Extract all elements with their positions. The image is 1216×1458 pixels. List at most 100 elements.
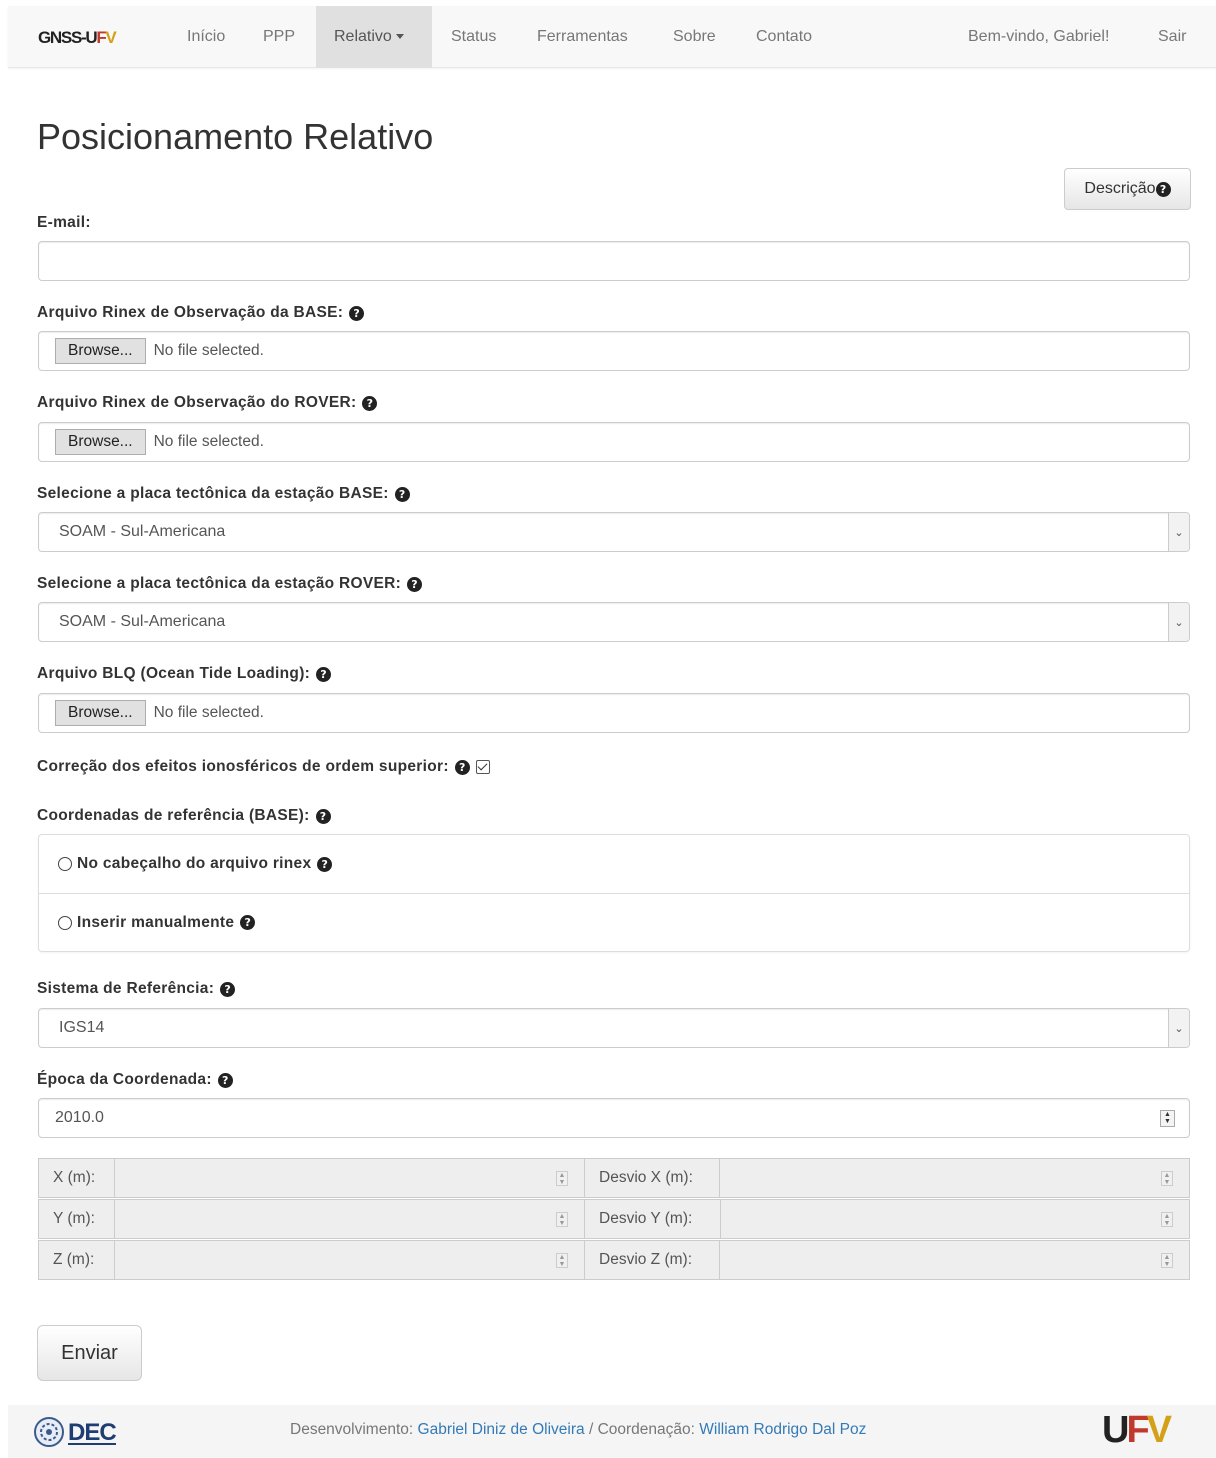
rover-plate-label: Selecione a placa tectônica da estação R…	[37, 575, 423, 593]
nav-contato[interactable]: Contato	[756, 28, 812, 46]
base-file-label: Arquivo Rinex de Observação da BASE:?	[37, 304, 365, 322]
radio-button[interactable]	[58, 857, 72, 871]
ufv-logo: UFV	[1102, 1409, 1172, 1452]
base-file-status: No file selected.	[153, 342, 264, 359]
brand-text-v: V	[105, 28, 116, 47]
ufv-logo-v: V	[1146, 1409, 1172, 1451]
question-circle-icon[interactable]: ?	[316, 666, 332, 682]
blq-file-input[interactable]: Browse... No file selected.	[38, 693, 1190, 733]
dec-logo-text: DEC	[68, 1419, 116, 1446]
coords-label-text: Coordenadas de referência (BASE):	[37, 807, 310, 824]
question-circle-icon[interactable]: ?	[454, 759, 470, 775]
base-plate-label-text: Selecione a placa tectônica da estação B…	[37, 485, 389, 502]
sigma-y-input[interactable]: ▲ ▼	[720, 1199, 1190, 1239]
spinner-icon[interactable]: ▲ ▼	[1160, 1110, 1175, 1127]
footer-coord-link[interactable]: William Rodrigo Dal Poz	[699, 1421, 866, 1438]
blq-file-status: No file selected.	[153, 704, 264, 721]
rover-file-status: No file selected.	[153, 433, 264, 450]
coord-row-x: X (m): ▲ ▼ Desvio X (m): ▲ ▼	[38, 1158, 1190, 1198]
rover-plate-value: SOAM - Sul-Americana	[59, 613, 226, 630]
sigma-y-label: Desvio Y (m):	[584, 1199, 721, 1239]
rover-plate-select[interactable]: SOAM - Sul-Americana ⌄	[38, 602, 1190, 642]
spinner-icon: ▲ ▼	[556, 1212, 568, 1227]
coords-option-manual[interactable]: Inserir manualmente ?	[39, 893, 1189, 951]
epoch-value: 2010.0	[55, 1109, 104, 1126]
page-title: Posicionamento Relativo	[37, 116, 434, 157]
nav-inicio[interactable]: Início	[187, 28, 225, 46]
radio-button[interactable]	[58, 915, 72, 930]
chevron-down-icon[interactable]: ⌄	[1168, 1009, 1189, 1047]
ref-system-label-text: Sistema de Referência:	[37, 980, 215, 997]
ufv-logo-f: F	[1126, 1409, 1149, 1451]
rover-file-input[interactable]: Browse... No file selected.	[38, 422, 1190, 462]
coord-y-input[interactable]: ▲ ▼	[114, 1199, 585, 1239]
email-label-text: E-mail:	[37, 214, 91, 231]
dec-logo: DEC	[34, 1417, 117, 1447]
nav-relativo-dropdown[interactable]: Relativo	[334, 28, 404, 46]
epoch-input[interactable]: 2010.0 ▲ ▼	[38, 1098, 1190, 1138]
brand-logo[interactable]: GNSS-UFV	[38, 28, 117, 48]
sigma-z-input[interactable]: ▲ ▼	[719, 1240, 1190, 1280]
navbar: GNSS-UFV Início PPP Relativo Status Ferr…	[8, 6, 1216, 68]
iono-label: Correção dos efeitos ionosféricos de ord…	[37, 758, 490, 776]
coord-row-y: Y (m): ▲ ▼ Desvio Y (m): ▲ ▼	[38, 1199, 1190, 1239]
question-circle-icon[interactable]: ?	[394, 486, 410, 502]
spinner-icon: ▲ ▼	[1161, 1212, 1173, 1227]
iono-checkbox[interactable]	[475, 760, 490, 774]
coord-z-input[interactable]: ▲ ▼	[114, 1240, 585, 1280]
base-plate-value: SOAM - Sul-Americana	[59, 523, 226, 540]
question-circle-icon[interactable]: ?	[315, 808, 331, 824]
chevron-down-icon[interactable]: ⌄	[1168, 603, 1189, 641]
base-plate-select[interactable]: SOAM - Sul-Americana ⌄	[38, 512, 1190, 552]
blq-browse-button[interactable]: Browse...	[55, 700, 146, 726]
question-circle-icon[interactable]: ?	[362, 395, 378, 411]
email-label: E-mail:	[37, 214, 91, 232]
iono-label-text: Correção dos efeitos ionosféricos de ord…	[37, 758, 449, 775]
nav-logout[interactable]: Sair	[1158, 28, 1186, 46]
question-circle-icon: ?	[1155, 181, 1171, 197]
coord-z-label: Z (m):	[38, 1240, 115, 1280]
footer-credits: Desenvolvimento: Gabriel Diniz de Olivei…	[290, 1421, 866, 1439]
rover-browse-button[interactable]: Browse...	[55, 429, 146, 455]
sigma-x-label: Desvio X (m):	[584, 1158, 720, 1198]
nav-status[interactable]: Status	[451, 28, 496, 46]
nav-ferramentas[interactable]: Ferramentas	[537, 28, 628, 46]
base-file-input[interactable]: Browse... No file selected.	[38, 331, 1190, 371]
email-field[interactable]	[38, 241, 1190, 281]
ufv-logo-u: U	[1102, 1409, 1130, 1451]
coords-label: Coordenadas de referência (BASE):?	[37, 807, 331, 825]
base-browse-button[interactable]: Browse...	[55, 338, 146, 364]
nav-sobre[interactable]: Sobre	[673, 28, 716, 46]
description-button-label: Descrição	[1084, 180, 1156, 197]
coord-row-z: Z (m): ▲ ▼ Desvio Z (m): ▲ ▼	[38, 1240, 1190, 1280]
question-circle-icon[interactable]: ?	[349, 305, 365, 321]
brand-text: GNSS-U	[38, 28, 98, 47]
coord-y-label: Y (m):	[38, 1199, 115, 1239]
coords-option-header[interactable]: No cabeçalho do arquivo rinex ?	[39, 835, 1189, 893]
footer-dev-link[interactable]: Gabriel Diniz de Oliveira	[418, 1421, 585, 1438]
description-button[interactable]: Descrição?	[1064, 168, 1191, 210]
coord-x-label: X (m):	[38, 1158, 115, 1198]
submit-button[interactable]: Enviar	[37, 1325, 142, 1381]
base-plate-label: Selecione a placa tectônica da estação B…	[37, 485, 410, 503]
question-circle-icon[interactable]: ?	[317, 856, 333, 872]
caret-down-icon	[395, 34, 404, 40]
spinner-icon: ▲ ▼	[1161, 1253, 1173, 1268]
nav-ppp[interactable]: PPP	[263, 28, 295, 46]
question-circle-icon[interactable]: ?	[217, 1072, 233, 1088]
question-circle-icon[interactable]: ?	[407, 576, 423, 592]
epoch-label-text: Época da Coordenada:	[37, 1071, 212, 1088]
rover-file-label: Arquivo Rinex de Observação do ROVER:?	[37, 394, 378, 412]
question-circle-icon[interactable]: ?	[240, 915, 256, 930]
ref-system-select[interactable]: IGS14 ⌄	[38, 1008, 1190, 1048]
ref-system-value: IGS14	[59, 1019, 105, 1036]
chevron-down-icon[interactable]: ⌄	[1168, 513, 1189, 551]
coords-options: No cabeçalho do arquivo rinex ? Inserir …	[38, 834, 1190, 952]
ref-system-label: Sistema de Referência:?	[37, 980, 236, 998]
nav-welcome-user[interactable]: Bem-vindo, Gabriel!	[968, 28, 1109, 46]
sigma-x-input[interactable]: ▲ ▼	[719, 1158, 1190, 1198]
question-circle-icon[interactable]: ?	[220, 981, 236, 997]
footer-coord-prefix: / Coordenação:	[588, 1421, 695, 1438]
coord-x-input[interactable]: ▲ ▼	[114, 1158, 585, 1198]
blq-label-text: Arquivo BLQ (Ocean Tide Loading):	[37, 665, 311, 682]
